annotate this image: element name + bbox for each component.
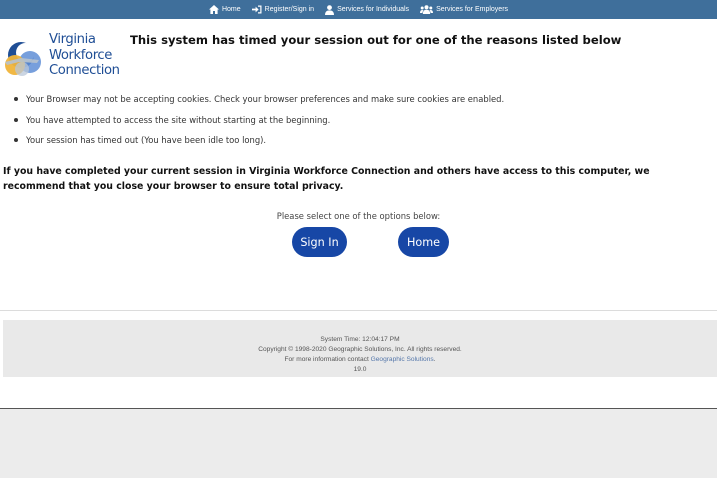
reason-text: You have attempted to access the site wi… — [26, 114, 331, 125]
nav-home-label: Home — [221, 6, 241, 13]
reason-item-start: You have attempted to access the site wi… — [14, 115, 504, 136]
footer: System Time: 12:04:17 PM Copyright © 199… — [3, 320, 717, 377]
logo-text: Virginia Workforce Connection — [49, 32, 120, 79]
logo-emblem-icon — [5, 42, 41, 76]
system-time: System Time: 12:04:17 PM — [320, 336, 400, 343]
reason-item-timeout: Your session has timed out (You have bee… — [14, 135, 504, 156]
contact-suffix: . — [433, 356, 436, 363]
home-icon — [208, 5, 219, 14]
contact-line: For more information contact Geographic … — [3, 355, 717, 365]
reason-text: Your Browser may not be accepting cookie… — [26, 94, 505, 104]
nav-services-individuals[interactable]: Services for Individuals — [325, 4, 410, 15]
nav-home[interactable]: Home — [208, 5, 241, 14]
version: 19.0 — [353, 366, 367, 373]
bullet-icon — [14, 117, 18, 122]
reason-item-cookies: Your Browser may not be accepting cookie… — [14, 94, 504, 115]
page-bottom-edge — [0, 408, 717, 409]
bullet-icon — [14, 97, 18, 101]
users-icon — [420, 5, 434, 14]
privacy-notice: If you have completed your current sessi… — [3, 166, 650, 192]
reason-text: Your session has timed out (You have bee… — [26, 135, 267, 145]
nav-services-employers[interactable]: Services for Employers — [420, 5, 508, 14]
user-icon — [325, 4, 335, 15]
bullet-icon — [14, 138, 18, 142]
nav-employers-label: Services for Employers — [436, 6, 509, 13]
logo-line-3: Connection — [49, 63, 120, 78]
top-navigation-bar: Home Register/Sign in Services for Indiv… — [0, 0, 717, 19]
logo[interactable]: Virginia Workforce Connection — [3, 32, 123, 82]
nav-individuals-label: Services for Individuals — [337, 6, 410, 13]
options-prompt: Please select one of the options below: — [276, 211, 441, 221]
nav-register-sign-in[interactable]: Register/Sign in — [251, 5, 315, 14]
page-title: This system has timed your session out f… — [130, 33, 622, 47]
sign-in-icon — [251, 5, 262, 14]
main-content: Virginia Workforce Connection This syste… — [0, 19, 717, 408]
logo-line-2: Workforce — [49, 47, 112, 63]
nav-register-label: Register/Sign in — [264, 6, 315, 13]
home-button[interactable]: Home — [398, 227, 449, 257]
sign-in-button[interactable]: Sign In — [292, 227, 347, 257]
logo-line-1: Virginia — [49, 32, 96, 47]
reasons-list: Your Browser may not be accepting cookie… — [14, 94, 504, 156]
geographic-solutions-link[interactable]: Geographic Solutions — [371, 356, 434, 363]
contact-prefix: For more information contact — [284, 356, 371, 363]
divider — [0, 310, 717, 311]
copyright: Copyright © 1998-2020 Geographic Solutio… — [258, 346, 462, 353]
